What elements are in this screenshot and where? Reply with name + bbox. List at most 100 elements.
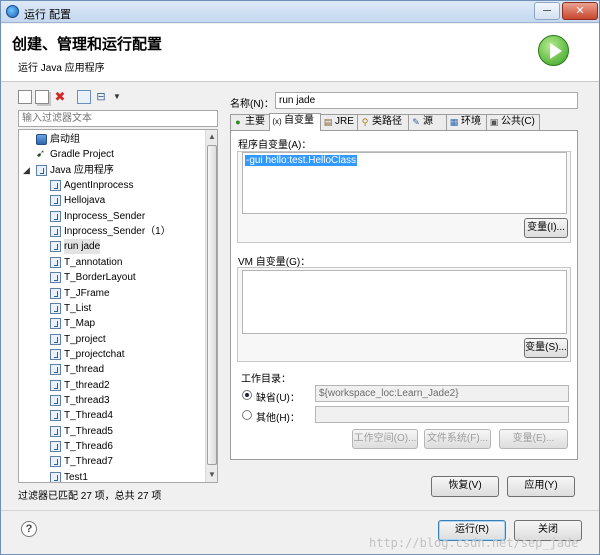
tab-common[interactable]: ▣ 公共(C): [486, 114, 540, 130]
tree-item[interactable]: T_annotation: [19, 255, 205, 270]
tree-item[interactable]: Hellojava: [19, 193, 205, 208]
program-args-value: -gui hello:test.HelloClass: [245, 155, 358, 166]
other-dir-input[interactable]: [315, 406, 569, 423]
config-tabs: ● 主要 (x) 自变量 ▤ JRE ⚲ 类路径 ✎ 源 ▦ 环境 ▣ 公共(C): [230, 113, 578, 131]
tree-item[interactable]: AgentInprocess: [19, 178, 205, 193]
program-args-textarea[interactable]: -gui hello:test.HelloClass: [242, 152, 567, 214]
filesystem-button[interactable]: 文件系统(F)...: [424, 429, 491, 449]
view-menu-icon[interactable]: ▼: [110, 90, 124, 104]
filter-input[interactable]: [18, 110, 218, 127]
duplicate-icon[interactable]: [35, 90, 49, 104]
tree-item[interactable]: T_Thread7: [19, 454, 205, 469]
tree-item-label: T_Thread7: [64, 456, 113, 468]
scroll-up-icon[interactable]: ▲: [208, 132, 216, 141]
java-config-icon: [50, 302, 61, 314]
java-config-icon: [50, 256, 61, 268]
footer-divider: [1, 510, 599, 511]
vm-args-textarea[interactable]: [242, 270, 567, 334]
tree-item-label: T_thread2: [64, 379, 110, 391]
tree-item-label: Java 应用程序: [50, 164, 114, 176]
tree-item[interactable]: T_Thread5: [19, 424, 205, 439]
java-config-icon: [50, 287, 61, 299]
java-config-icon: [50, 394, 61, 406]
java-config-icon: [50, 364, 61, 376]
tab-main[interactable]: ● 主要: [230, 114, 270, 130]
tree-item[interactable]: 启动组: [19, 132, 205, 147]
arguments-tab-content: 程序自变量(A)： -gui hello:test.HelloClass 变量(…: [230, 130, 578, 460]
filter-status: 过滤器已匹配 27 项，总共 27 项: [18, 491, 162, 502]
eclipse-icon: [6, 5, 19, 18]
tree-item[interactable]: T_projectchat: [19, 347, 205, 362]
java-config-icon: [50, 226, 61, 238]
gradle-icon: ➹: [36, 148, 46, 161]
java-app-icon: [36, 164, 47, 176]
program-args-variables-button[interactable]: 变量(I)...: [524, 218, 568, 238]
tab-environment[interactable]: ▦ 环境: [446, 114, 487, 130]
header-subtitle: 运行 Java 应用程序: [18, 63, 105, 74]
java-config-icon: [50, 272, 61, 284]
tree-item-label: T_Map: [64, 318, 96, 330]
tree-item[interactable]: ➹ Gradle Project: [19, 147, 205, 162]
apply-button[interactable]: 应用(Y): [507, 476, 575, 497]
tree-item[interactable]: T_Map: [19, 316, 205, 331]
name-label: 名称(N)：: [230, 99, 274, 110]
revert-button[interactable]: 恢复(V): [431, 476, 499, 497]
window-title: 运行 配置: [24, 9, 72, 21]
tab-arguments[interactable]: (x) 自变量: [269, 113, 321, 131]
program-args-group: -gui hello:test.HelloClass 变量(I)...: [237, 151, 571, 243]
tab-jre[interactable]: ▤ JRE: [320, 114, 358, 130]
help-icon[interactable]: ?: [21, 521, 37, 537]
name-input[interactable]: run jade: [275, 92, 578, 109]
default-dir-input[interactable]: ${workspace_loc:Learn_Jade2}: [315, 385, 569, 402]
args-tab-icon: (x): [272, 117, 282, 126]
dialog-header: 创建、管理和运行配置 运行 Java 应用程序: [1, 24, 599, 82]
filter-icon[interactable]: [77, 90, 91, 104]
expand-toggle-icon[interactable]: ◢: [23, 163, 30, 178]
other-dir-label: 其他(H)：: [256, 413, 300, 424]
tree-scrollbar[interactable]: ▲ ▼: [205, 130, 217, 482]
tree-item[interactable]: T_Thread6: [19, 439, 205, 454]
tree-item-label: run jade: [64, 239, 101, 255]
tree-item[interactable]: Inprocess_Sender（1）: [19, 224, 205, 239]
classpath-tab-icon: ⚲: [361, 117, 369, 127]
tree-item[interactable]: T_thread: [19, 362, 205, 377]
default-dir-label: 缺省(U)：: [256, 393, 300, 404]
working-dir-label: 工作目录：: [241, 374, 291, 385]
scroll-down-icon[interactable]: ▼: [208, 470, 216, 479]
default-dir-radio[interactable]: [242, 390, 252, 400]
tree-item[interactable]: T_thread3: [19, 393, 205, 408]
tree-item[interactable]: Test1: [19, 470, 205, 482]
tree-item-label: T_annotation: [64, 256, 123, 268]
tree-item[interactable]: ◢ Java 应用程序: [19, 163, 205, 178]
scroll-thumb[interactable]: [207, 145, 217, 465]
new-config-icon[interactable]: [18, 90, 32, 104]
tree-item[interactable]: T_JFrame: [19, 286, 205, 301]
tab-classpath[interactable]: ⚲ 类路径: [357, 114, 409, 130]
tab-source[interactable]: ✎ 源: [408, 114, 447, 130]
java-config-icon: [50, 333, 61, 345]
tree-item-label: Inprocess_Sender: [64, 210, 146, 222]
tree-item-label: T_List: [64, 302, 92, 314]
tree-item[interactable]: T_project: [19, 332, 205, 347]
working-dir-variables-button[interactable]: 变量(E)...: [499, 429, 568, 449]
title-bar: 运行 配置 ─ ✕: [1, 1, 599, 23]
tree-item[interactable]: T_BorderLayout: [19, 270, 205, 285]
minimize-button[interactable]: ─: [534, 2, 560, 20]
workspace-button[interactable]: 工作空间(O)...: [352, 429, 418, 449]
tree-item-label: Inprocess_Sender（1）: [64, 226, 171, 238]
collapse-all-icon[interactable]: ⊟: [94, 90, 108, 104]
other-dir-radio[interactable]: [242, 410, 252, 420]
tree-item[interactable]: T_Thread4: [19, 408, 205, 423]
delete-icon[interactable]: ✖: [53, 90, 67, 104]
tree-item-label: T_JFrame: [64, 287, 110, 299]
java-config-icon: [50, 456, 61, 468]
tree-item[interactable]: run jade: [19, 239, 205, 255]
close-window-button[interactable]: ✕: [562, 2, 598, 20]
program-args-label: 程序自变量(A)：: [238, 140, 312, 151]
tree-item[interactable]: T_thread2: [19, 378, 205, 393]
launch-group-icon: [36, 134, 47, 145]
tree-item[interactable]: T_List: [19, 301, 205, 316]
tree-item[interactable]: Inprocess_Sender: [19, 209, 205, 224]
vm-args-variables-button[interactable]: 变量(S)...: [524, 338, 568, 358]
tree-item-label: 启动组: [50, 134, 80, 145]
